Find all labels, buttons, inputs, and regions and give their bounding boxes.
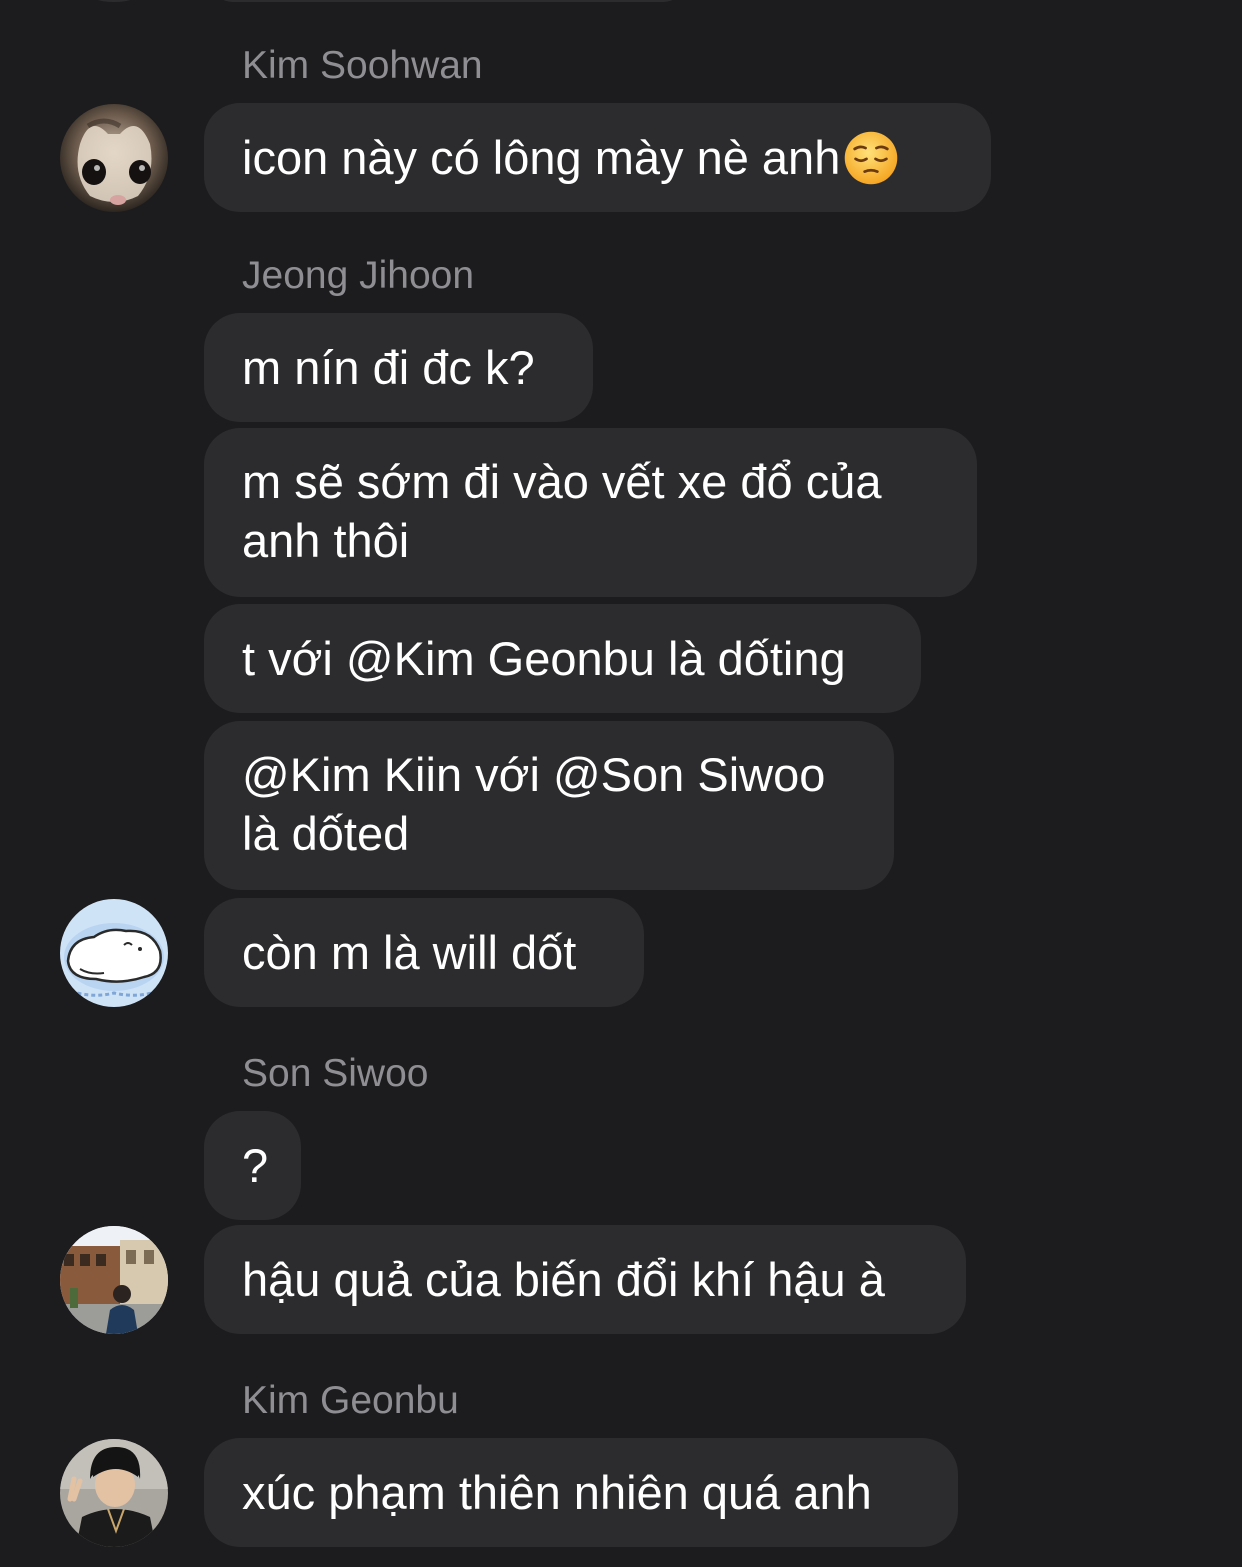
avatar-jeong-jihoon[interactable] bbox=[60, 899, 168, 1007]
message-bubble[interactable]: ? bbox=[204, 1111, 301, 1220]
previous-message-bubble-partial[interactable] bbox=[204, 0, 692, 2]
message-bubble[interactable]: m sẽ sớm đi vào vết xe đổ của anh thôi bbox=[204, 428, 977, 597]
message-bubble[interactable]: còn m là will dốt bbox=[204, 898, 644, 1007]
message-bubble[interactable]: hậu quả của biến đổi khí hậu à bbox=[204, 1225, 966, 1334]
message-text: hậu quả của biến đổi khí hậu à bbox=[242, 1253, 885, 1306]
avatar-kim-soohwan[interactable] bbox=[60, 104, 168, 212]
sender-name-kim-soohwan: Kim Soohwan bbox=[242, 44, 483, 87]
message-text-line: m sẽ sớm đi vào vết xe đổ của bbox=[242, 455, 882, 508]
message-bubble[interactable]: xúc phạm thiên nhiên quá anh bbox=[204, 1438, 958, 1547]
message-bubble[interactable]: @Kim Kiin với @Son Siwoo là dốted bbox=[204, 721, 894, 890]
person-photo-avatar-icon bbox=[60, 1439, 168, 1547]
message-text-line: là dốted bbox=[242, 807, 410, 860]
message-text: xúc phạm thiên nhiên quá anh bbox=[242, 1466, 872, 1519]
previous-avatar-partial bbox=[60, 0, 168, 2]
message-text-line: @Kim Kiin với @Son Siwoo bbox=[242, 748, 826, 801]
pensive-face-emoji-icon bbox=[845, 131, 898, 184]
message-bubble[interactable]: m nín đi đc k? bbox=[204, 313, 593, 422]
message-text: còn m là will dốt bbox=[242, 926, 577, 979]
message-text: m nín đi đc k? bbox=[242, 341, 535, 394]
street-photo-avatar-icon bbox=[60, 1226, 168, 1334]
message-text-line: anh thôi bbox=[242, 514, 410, 567]
message-text: ? bbox=[242, 1139, 269, 1192]
avatar-kim-geonbu[interactable] bbox=[60, 1439, 168, 1547]
message-text: t với @Kim Geonbu là dốting bbox=[242, 632, 846, 685]
sender-name-son-siwoo: Son Siwoo bbox=[242, 1052, 429, 1095]
message-text: icon này có lông mày nè anh bbox=[242, 131, 841, 184]
message-bubble[interactable]: icon này có lông mày nè anh bbox=[204, 103, 991, 212]
avatar-son-siwoo[interactable] bbox=[60, 1226, 168, 1334]
sender-name-jeong-jihoon: Jeong Jihoon bbox=[242, 254, 475, 297]
cat-photo-avatar-icon bbox=[60, 104, 168, 212]
cartoon-blob-avatar-icon bbox=[60, 899, 168, 1007]
sender-name-kim-geonbu: Kim Geonbu bbox=[242, 1379, 459, 1422]
message-bubble[interactable]: t với @Kim Geonbu là dốting bbox=[204, 604, 921, 713]
